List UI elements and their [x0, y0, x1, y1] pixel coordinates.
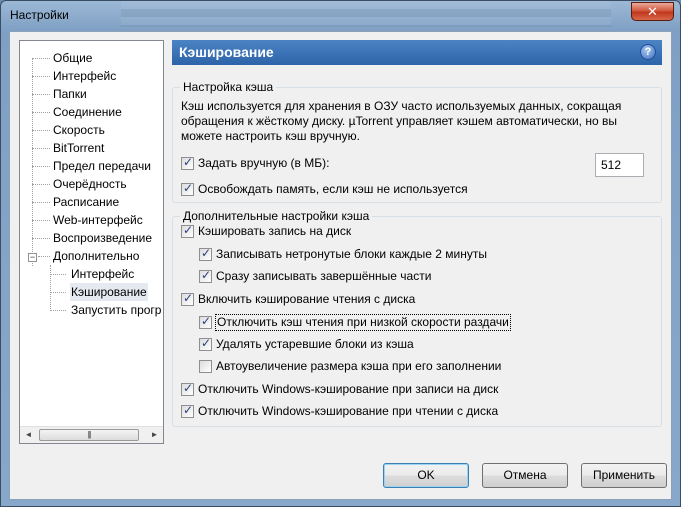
settings-window: Настройки ✕ Общие Интерфейс Папки Соедин…: [0, 0, 681, 507]
write-untouched-checkbox[interactable]: [199, 246, 212, 261]
dialog-client-area: Общие Интерфейс Папки Соединение Скорост…: [9, 31, 672, 500]
auto-grow-cache-label: Автоувеличение размера кэша при его запо…: [216, 359, 502, 373]
manual-cache-label: Задать вручную (в МБ):: [198, 156, 330, 170]
tree-item-run-program[interactable]: Запустить прогр: [71, 301, 161, 319]
tree-horizontal-scrollbar[interactable]: ◄ ||| ►: [20, 426, 163, 443]
tree-line: [32, 76, 50, 77]
tree-line: [50, 265, 51, 311]
tree-item-connection[interactable]: Соединение: [53, 103, 122, 121]
tree-line: [32, 202, 50, 203]
manual-cache-checkbox[interactable]: [181, 155, 194, 170]
title-bar[interactable]: Настройки ✕: [1, 1, 680, 31]
tree-line: [50, 310, 66, 311]
tree-item-queueing[interactable]: Очерёдность: [53, 175, 127, 193]
help-icon[interactable]: ?: [640, 44, 656, 60]
tree-line: [50, 292, 66, 293]
read-cache-label: Включить кэширование чтения с диска: [198, 292, 416, 306]
cache-description-line-1: Кэш используется для хранения в ОЗУ част…: [181, 99, 622, 113]
tree-item-advanced[interactable]: Дополнительно: [53, 247, 139, 265]
write-untouched-label: Записывать нетронутые блоки каждые 2 мин…: [216, 247, 487, 261]
disable-windows-write-checkbox[interactable]: [181, 381, 194, 396]
remove-old-blocks-label: Удалять устаревшие блоки из кэша: [216, 337, 414, 351]
tree-item-general[interactable]: Общие: [53, 49, 92, 67]
cache-size-input[interactable]: [595, 153, 644, 177]
tree-item-transfer-limit[interactable]: Предел передачи: [53, 157, 151, 175]
cache-description-line-3: можете настроить кэш вручную.: [181, 129, 360, 143]
cache-settings-title: Настройка кэша: [180, 80, 277, 94]
write-cache-label: Кэшировать запись на диск: [198, 224, 352, 238]
disable-windows-read-checkbox[interactable]: [181, 403, 194, 418]
free-memory-label: Освобождать память, если кэш не использу…: [198, 182, 468, 196]
page-title: Кэширование: [179, 44, 274, 60]
tree-line: [32, 58, 33, 266]
tree-line: [32, 94, 50, 95]
scroll-right-icon[interactable]: ►: [146, 427, 163, 443]
tree-line: [32, 220, 50, 221]
tree-line: [32, 112, 50, 113]
tree-line: [32, 238, 50, 239]
remove-old-blocks-checkbox[interactable]: [199, 336, 212, 351]
disable-windows-write-label: Отключить Windows-кэширование при записи…: [198, 382, 499, 396]
disable-windows-read-label: Отключить Windows-кэширование при чтении…: [198, 404, 499, 418]
tree-item-scheduler[interactable]: Расписание: [53, 193, 119, 211]
tree-item-ui-extras[interactable]: Интерфейс: [71, 265, 134, 283]
advanced-cache-title: Дополнительные настройки кэша: [180, 209, 373, 223]
tree-item-playback[interactable]: Воспроизведение: [53, 229, 152, 247]
tree-line: [38, 256, 50, 257]
free-memory-checkbox[interactable]: [181, 181, 194, 196]
tree-line: [32, 58, 50, 59]
cancel-button[interactable]: Отмена: [482, 463, 568, 488]
write-finished-label: Сразу записывать завершённые части: [216, 269, 432, 283]
write-cache-checkbox[interactable]: [181, 223, 194, 238]
tree-line: [32, 130, 50, 131]
disable-read-slow-label: Отключить кэш чтения при низкой скорости…: [215, 314, 511, 331]
title-bar-background: [121, 1, 611, 27]
tree-item-web-ui[interactable]: Web-интерфейс: [53, 211, 143, 229]
settings-tree[interactable]: Общие Интерфейс Папки Соединение Скорост…: [19, 40, 164, 444]
scroll-thumb[interactable]: |||: [39, 429, 139, 441]
tree-line: [32, 148, 50, 149]
close-button[interactable]: ✕: [631, 2, 674, 21]
tree-item-bittorrent[interactable]: BitTorrent: [53, 139, 104, 157]
scroll-left-icon[interactable]: ◄: [20, 427, 37, 443]
cache-description-line-2: обращения к жёсткому диску. µTorrent упр…: [181, 114, 617, 128]
ok-button[interactable]: OK: [383, 463, 469, 488]
tree-item-caching[interactable]: Кэширование: [70, 283, 148, 301]
auto-grow-cache-checkbox[interactable]: [199, 360, 212, 373]
tree-line: [50, 274, 66, 275]
tree-line: [32, 184, 50, 185]
tree-item-speed[interactable]: Скорость: [53, 121, 105, 139]
disable-read-slow-checkbox[interactable]: [199, 314, 212, 329]
write-finished-checkbox[interactable]: [199, 268, 212, 283]
read-cache-checkbox[interactable]: [181, 291, 194, 306]
window-title: Настройки: [10, 8, 69, 22]
tree-item-interface[interactable]: Интерфейс: [53, 67, 116, 85]
page-header: Кэширование ?: [172, 40, 662, 65]
apply-button[interactable]: Применить: [581, 463, 667, 488]
collapse-icon[interactable]: −: [28, 253, 37, 262]
tree-item-folders[interactable]: Папки: [53, 85, 87, 103]
close-icon: ✕: [647, 4, 658, 19]
tree-line: [32, 166, 50, 167]
